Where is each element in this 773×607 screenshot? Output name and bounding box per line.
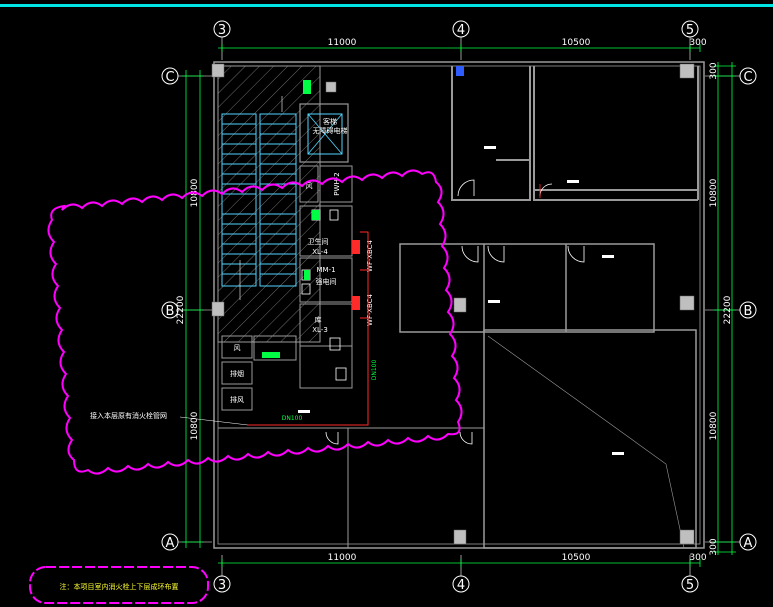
dim-right-upper: 10800 — [709, 178, 719, 207]
restroom-label: 卫生间 — [308, 237, 329, 246]
dim-bottom-1: 11000 — [328, 553, 357, 563]
dim-top-1: 11000 — [328, 38, 357, 48]
svg-text:A: A — [744, 536, 753, 551]
green-fixture-2 — [304, 270, 310, 280]
xl3-label: XL-3 — [312, 326, 328, 334]
blue-marker — [456, 66, 464, 76]
shaft3-label: WF-XBC4 — [366, 293, 374, 325]
dim-right-total: 22200 — [723, 295, 733, 324]
svg-text:C: C — [743, 70, 752, 85]
pipe-v-length: DN100 — [371, 360, 378, 381]
dim-top-2: 10500 — [562, 38, 591, 48]
green-fixture-3 — [262, 352, 280, 358]
stair-core-hatch — [217, 65, 321, 343]
pipe-h-length: DN100 — [282, 415, 303, 422]
svg-text:3: 3 — [218, 23, 226, 38]
grid-col-5-bottom: 5 — [681, 575, 699, 593]
dim-bottom-edge: 300 — [689, 553, 706, 563]
grid-row-a-right: A — [739, 533, 757, 551]
room-wind-1: 风 — [234, 344, 241, 352]
svg-text:C: C — [165, 70, 174, 85]
svg-text:A: A — [166, 536, 175, 551]
grid-row-c-right: C — [739, 67, 757, 85]
dim-right-bottom-edge: 300 — [709, 538, 719, 555]
dim-bottom-2: 10500 — [562, 553, 591, 563]
grid-col-3-bottom: 3 — [213, 575, 231, 593]
storage-label: 库 — [315, 315, 322, 324]
fire-hydrant-boxes — [352, 240, 360, 310]
middle-right-rooms — [399, 243, 655, 333]
room-wind-2: 排烟 — [230, 369, 244, 378]
dim-right-lower: 10800 — [709, 411, 719, 440]
top-border-bar — [0, 4, 773, 7]
green-fixture-1 — [312, 210, 320, 220]
grid-row-b-right: B — [739, 301, 757, 319]
svg-text:B: B — [166, 304, 175, 319]
dim-right-top-edge: 300 — [709, 62, 719, 79]
floor-plan-drawing: 3 4 5 3 4 5 C B A C B A 11000 10500 300 … — [0, 4, 773, 604]
svg-text:4: 4 — [457, 578, 465, 593]
dim-left-total: 22200 — [176, 295, 186, 324]
shaft2-label: WF-XBC4 — [366, 239, 374, 271]
grid-row-c-left: C — [161, 67, 179, 85]
shaft-pw-label: PWH-2 — [333, 172, 341, 195]
grid-row-a-left: A — [161, 533, 179, 551]
green-marker-top — [303, 80, 311, 94]
upper-right-rooms — [451, 66, 699, 201]
lower-right-big-room — [483, 329, 697, 549]
footer-note: 注：本项目室内消火栓上下层成环布置 — [60, 582, 179, 591]
svg-text:5: 5 — [686, 578, 694, 593]
electrical-room-label: 强电间 — [316, 277, 337, 286]
pipe-connect-note: 接入本层原有消火栓管网 — [90, 411, 167, 420]
dim-top-edge: 300 — [689, 38, 706, 48]
svg-text:B: B — [744, 304, 753, 319]
svg-text:3: 3 — [218, 578, 226, 593]
grid-col-5-top: 5 — [681, 20, 699, 38]
room-wind-3: 排风 — [230, 395, 244, 404]
svg-text:4: 4 — [457, 23, 465, 38]
dim-left-lower: 10800 — [190, 411, 200, 440]
mm1-label: MM-1 — [316, 266, 335, 274]
grid-col-4-top: 4 — [452, 20, 470, 38]
grid-col-3-top: 3 — [213, 20, 231, 38]
grid-col-4-bottom: 4 — [452, 575, 470, 593]
xl4-label: XL-4 — [312, 248, 328, 256]
svg-text:5: 5 — [686, 23, 694, 38]
